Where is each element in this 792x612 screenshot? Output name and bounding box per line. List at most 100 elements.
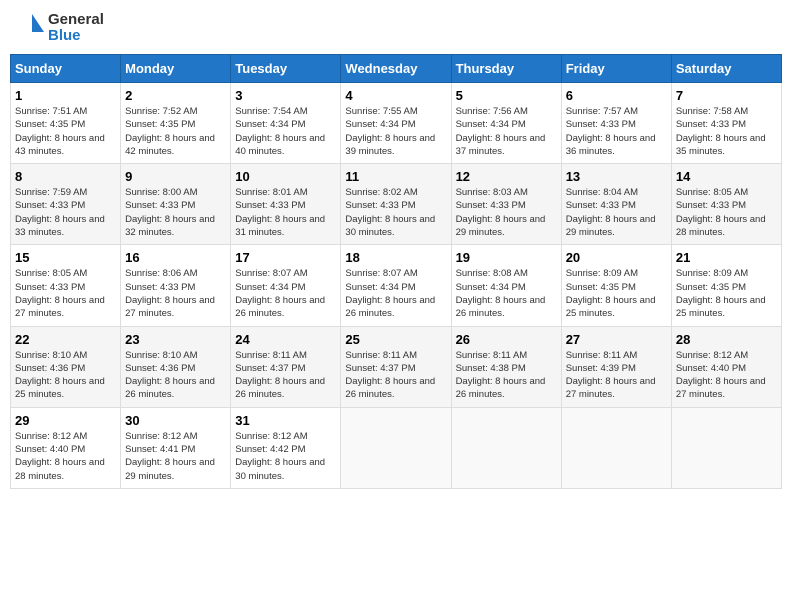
calendar-cell: 19 Sunrise: 8:08 AM Sunset: 4:34 PM Dayl… — [451, 245, 561, 326]
day-number: 3 — [235, 88, 336, 103]
weekday-header-friday: Friday — [561, 55, 671, 83]
day-info: Sunrise: 8:12 AM Sunset: 4:42 PM Dayligh… — [235, 430, 336, 483]
day-info: Sunrise: 7:54 AM Sunset: 4:34 PM Dayligh… — [235, 105, 336, 158]
day-number: 27 — [566, 332, 667, 347]
day-number: 23 — [125, 332, 226, 347]
day-info: Sunrise: 7:59 AM Sunset: 4:33 PM Dayligh… — [15, 186, 116, 239]
day-info: Sunrise: 7:52 AM Sunset: 4:35 PM Dayligh… — [125, 105, 226, 158]
weekday-header-sunday: Sunday — [11, 55, 121, 83]
day-number: 22 — [15, 332, 116, 347]
calendar-cell: 21 Sunrise: 8:09 AM Sunset: 4:35 PM Dayl… — [671, 245, 781, 326]
day-info: Sunrise: 8:09 AM Sunset: 4:35 PM Dayligh… — [676, 267, 777, 320]
calendar-cell: 22 Sunrise: 8:10 AM Sunset: 4:36 PM Dayl… — [11, 326, 121, 407]
day-info: Sunrise: 7:55 AM Sunset: 4:34 PM Dayligh… — [345, 105, 446, 158]
calendar-cell: 27 Sunrise: 8:11 AM Sunset: 4:39 PM Dayl… — [561, 326, 671, 407]
calendar-cell — [561, 407, 671, 488]
day-info: Sunrise: 8:08 AM Sunset: 4:34 PM Dayligh… — [456, 267, 557, 320]
calendar-cell — [451, 407, 561, 488]
day-info: Sunrise: 8:07 AM Sunset: 4:34 PM Dayligh… — [235, 267, 336, 320]
calendar-cell: 10 Sunrise: 8:01 AM Sunset: 4:33 PM Dayl… — [231, 164, 341, 245]
calendar: SundayMondayTuesdayWednesdayThursdayFrid… — [10, 54, 782, 489]
calendar-cell: 25 Sunrise: 8:11 AM Sunset: 4:37 PM Dayl… — [341, 326, 451, 407]
day-number: 26 — [456, 332, 557, 347]
day-info: Sunrise: 8:02 AM Sunset: 4:33 PM Dayligh… — [345, 186, 446, 239]
day-number: 15 — [15, 250, 116, 265]
day-number: 17 — [235, 250, 336, 265]
calendar-cell: 5 Sunrise: 7:56 AM Sunset: 4:34 PM Dayli… — [451, 83, 561, 164]
calendar-cell: 9 Sunrise: 8:00 AM Sunset: 4:33 PM Dayli… — [121, 164, 231, 245]
day-number: 6 — [566, 88, 667, 103]
day-info: Sunrise: 8:06 AM Sunset: 4:33 PM Dayligh… — [125, 267, 226, 320]
calendar-cell — [671, 407, 781, 488]
calendar-cell: 17 Sunrise: 8:07 AM Sunset: 4:34 PM Dayl… — [231, 245, 341, 326]
day-info: Sunrise: 8:00 AM Sunset: 4:33 PM Dayligh… — [125, 186, 226, 239]
calendar-cell: 14 Sunrise: 8:05 AM Sunset: 4:33 PM Dayl… — [671, 164, 781, 245]
calendar-cell: 26 Sunrise: 8:11 AM Sunset: 4:38 PM Dayl… — [451, 326, 561, 407]
calendar-cell: 4 Sunrise: 7:55 AM Sunset: 4:34 PM Dayli… — [341, 83, 451, 164]
weekday-header-tuesday: Tuesday — [231, 55, 341, 83]
weekday-header-wednesday: Wednesday — [341, 55, 451, 83]
calendar-cell: 3 Sunrise: 7:54 AM Sunset: 4:34 PM Dayli… — [231, 83, 341, 164]
day-info: Sunrise: 8:04 AM Sunset: 4:33 PM Dayligh… — [566, 186, 667, 239]
day-info: Sunrise: 8:10 AM Sunset: 4:36 PM Dayligh… — [15, 349, 116, 402]
day-number: 29 — [15, 413, 116, 428]
calendar-cell: 6 Sunrise: 7:57 AM Sunset: 4:33 PM Dayli… — [561, 83, 671, 164]
calendar-cell: 13 Sunrise: 8:04 AM Sunset: 4:33 PM Dayl… — [561, 164, 671, 245]
day-info: Sunrise: 8:03 AM Sunset: 4:33 PM Dayligh… — [456, 186, 557, 239]
logo: General Blue — [10, 10, 104, 46]
calendar-cell: 18 Sunrise: 8:07 AM Sunset: 4:34 PM Dayl… — [341, 245, 451, 326]
day-number: 25 — [345, 332, 446, 347]
calendar-cell: 30 Sunrise: 8:12 AM Sunset: 4:41 PM Dayl… — [121, 407, 231, 488]
day-info: Sunrise: 8:05 AM Sunset: 4:33 PM Dayligh… — [15, 267, 116, 320]
calendar-cell: 8 Sunrise: 7:59 AM Sunset: 4:33 PM Dayli… — [11, 164, 121, 245]
day-info: Sunrise: 7:51 AM Sunset: 4:35 PM Dayligh… — [15, 105, 116, 158]
calendar-cell: 20 Sunrise: 8:09 AM Sunset: 4:35 PM Dayl… — [561, 245, 671, 326]
day-number: 20 — [566, 250, 667, 265]
day-number: 7 — [676, 88, 777, 103]
day-info: Sunrise: 8:11 AM Sunset: 4:38 PM Dayligh… — [456, 349, 557, 402]
header: General Blue — [10, 10, 782, 46]
calendar-cell: 1 Sunrise: 7:51 AM Sunset: 4:35 PM Dayli… — [11, 83, 121, 164]
day-number: 8 — [15, 169, 116, 184]
day-number: 16 — [125, 250, 226, 265]
logo-svg — [10, 10, 46, 46]
calendar-cell: 16 Sunrise: 8:06 AM Sunset: 4:33 PM Dayl… — [121, 245, 231, 326]
day-number: 10 — [235, 169, 336, 184]
day-number: 30 — [125, 413, 226, 428]
day-number: 31 — [235, 413, 336, 428]
day-info: Sunrise: 7:58 AM Sunset: 4:33 PM Dayligh… — [676, 105, 777, 158]
calendar-cell: 23 Sunrise: 8:10 AM Sunset: 4:36 PM Dayl… — [121, 326, 231, 407]
weekday-header-thursday: Thursday — [451, 55, 561, 83]
day-info: Sunrise: 8:10 AM Sunset: 4:36 PM Dayligh… — [125, 349, 226, 402]
weekday-header-monday: Monday — [121, 55, 231, 83]
calendar-cell: 28 Sunrise: 8:12 AM Sunset: 4:40 PM Dayl… — [671, 326, 781, 407]
day-number: 28 — [676, 332, 777, 347]
calendar-cell: 2 Sunrise: 7:52 AM Sunset: 4:35 PM Dayli… — [121, 83, 231, 164]
day-number: 18 — [345, 250, 446, 265]
day-info: Sunrise: 8:12 AM Sunset: 4:41 PM Dayligh… — [125, 430, 226, 483]
calendar-cell — [341, 407, 451, 488]
day-info: Sunrise: 8:01 AM Sunset: 4:33 PM Dayligh… — [235, 186, 336, 239]
day-number: 9 — [125, 169, 226, 184]
day-number: 19 — [456, 250, 557, 265]
calendar-cell: 11 Sunrise: 8:02 AM Sunset: 4:33 PM Dayl… — [341, 164, 451, 245]
day-info: Sunrise: 8:12 AM Sunset: 4:40 PM Dayligh… — [15, 430, 116, 483]
day-info: Sunrise: 7:57 AM Sunset: 4:33 PM Dayligh… — [566, 105, 667, 158]
calendar-cell: 24 Sunrise: 8:11 AM Sunset: 4:37 PM Dayl… — [231, 326, 341, 407]
day-number: 24 — [235, 332, 336, 347]
day-number: 2 — [125, 88, 226, 103]
day-info: Sunrise: 8:07 AM Sunset: 4:34 PM Dayligh… — [345, 267, 446, 320]
day-number: 4 — [345, 88, 446, 103]
day-info: Sunrise: 7:56 AM Sunset: 4:34 PM Dayligh… — [456, 105, 557, 158]
day-number: 5 — [456, 88, 557, 103]
calendar-cell: 15 Sunrise: 8:05 AM Sunset: 4:33 PM Dayl… — [11, 245, 121, 326]
weekday-header-saturday: Saturday — [671, 55, 781, 83]
day-number: 1 — [15, 88, 116, 103]
calendar-cell: 12 Sunrise: 8:03 AM Sunset: 4:33 PM Dayl… — [451, 164, 561, 245]
day-number: 21 — [676, 250, 777, 265]
day-info: Sunrise: 8:05 AM Sunset: 4:33 PM Dayligh… — [676, 186, 777, 239]
day-number: 13 — [566, 169, 667, 184]
day-info: Sunrise: 8:09 AM Sunset: 4:35 PM Dayligh… — [566, 267, 667, 320]
day-number: 11 — [345, 169, 446, 184]
day-info: Sunrise: 8:11 AM Sunset: 4:37 PM Dayligh… — [235, 349, 336, 402]
